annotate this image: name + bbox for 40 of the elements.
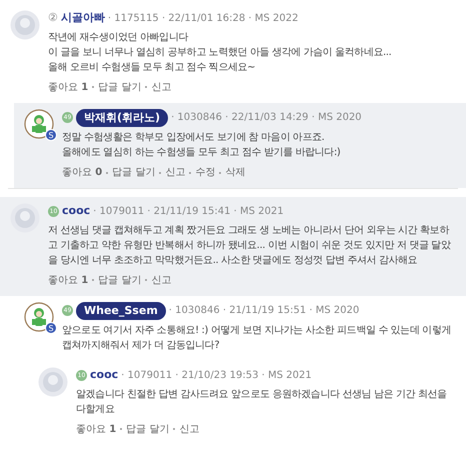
like-link[interactable]: 좋아요 1 (48, 272, 88, 288)
comment-text: 올해 오르비 수험생들 모두 최고 점수 찍으세요~ (48, 60, 256, 74)
avatar-badge: S (45, 322, 57, 334)
comment-text: 알겠습니다 친절한 답변 감사드려요 앞으로도 응원하겠습니다 선생님 남은 기간 최선을 다할게요 (76, 388, 448, 416)
avatar-icon (10, 10, 40, 40)
comment-text: 정말 수험생활은 학부모 입장에서도 보기에 참 마음이 아프죠. (62, 131, 326, 145)
like-link[interactable]: 좋아요 0 (62, 165, 102, 180)
level-number: ② (48, 10, 58, 26)
action-link[interactable]: 답글 달기 (98, 80, 142, 94)
comment-meta: · 1079011 · 21/10/23 19:53 · MS 2021 (121, 368, 312, 383)
avatar-icon (24, 302, 54, 332)
nickname[interactable]: cooc (90, 367, 118, 384)
comment-text: 작년에 재수생이었던 아빠입니다 (48, 30, 190, 44)
avatar-icon (38, 367, 68, 397)
action-link[interactable]: 삭제 (225, 165, 246, 180)
avatar-icon (24, 108, 54, 138)
comment-text: 이 글을 보니 너무나 열심히 공부하고 노력했던 아들 생각에 가슴이 울컥하네요... (48, 46, 392, 60)
like-link[interactable]: 좋아요 1 (48, 80, 88, 94)
comment-text: 앞으로도 여기서 자주 소통해요! :) 어떻게 보면 지나가는 사소한 피드백일 수 있는데 이렇게 캡쳐까지해줘서 제가 더 감동입니다? (62, 324, 452, 353)
avatar-badge: S (45, 128, 57, 140)
avatar-icon (10, 203, 40, 233)
nickname[interactable]: 시골아빠 (60, 10, 105, 26)
like-link[interactable]: 좋아요 1 (76, 422, 116, 436)
comment-text: 올해에도 열심히 하는 수험생들 모두 최고 점수 받기를 바랍니다:) (62, 146, 342, 160)
action-link[interactable]: 신고 (179, 422, 200, 436)
action-link[interactable]: 신고 (151, 80, 172, 94)
comment-meta: · 1030846 · 21/11/19 15:51 · MS 2020 (168, 304, 360, 318)
nickname[interactable]: 박재휘(휘라노) (76, 108, 168, 127)
action-link[interactable]: 신고 (151, 272, 172, 288)
action-link[interactable]: 답글 달기 (98, 272, 142, 288)
nickname[interactable]: cooc (62, 203, 90, 220)
comment-meta: · 1030846 · 22/11/03 14:29 · MS 2020 (171, 111, 362, 126)
action-link[interactable]: 답글 달기 (126, 422, 170, 436)
comment-text: 저 선생님 댓글 캡쳐해두고 계획 짰거든요 그래도 생 노베는 아니라서 단어 외우는 시간 확보하고 기출하고 약한 유형만 반복해서 하니까 됐네요... 이번 시험이 쉬운 것도 있지만 저 댓글 달았을 당시엔 너무 초조하고 막막했거든요.. 사소한 댓글에도 정성껏 답변 주셔서 감사해요 (48, 224, 452, 268)
comment-meta: · 1175115 · 22/11/01 16:28 · MS 2022 (108, 12, 298, 26)
action-link[interactable]: 답글 달기 (112, 165, 156, 180)
action-link[interactable]: 신고 (165, 165, 186, 180)
action-link[interactable]: 수정 (195, 165, 216, 180)
nickname[interactable]: Whee_Ssem (76, 302, 166, 320)
comment-meta: · 1079011 · 21/11/19 15:41 · MS 2021 (93, 204, 284, 219)
